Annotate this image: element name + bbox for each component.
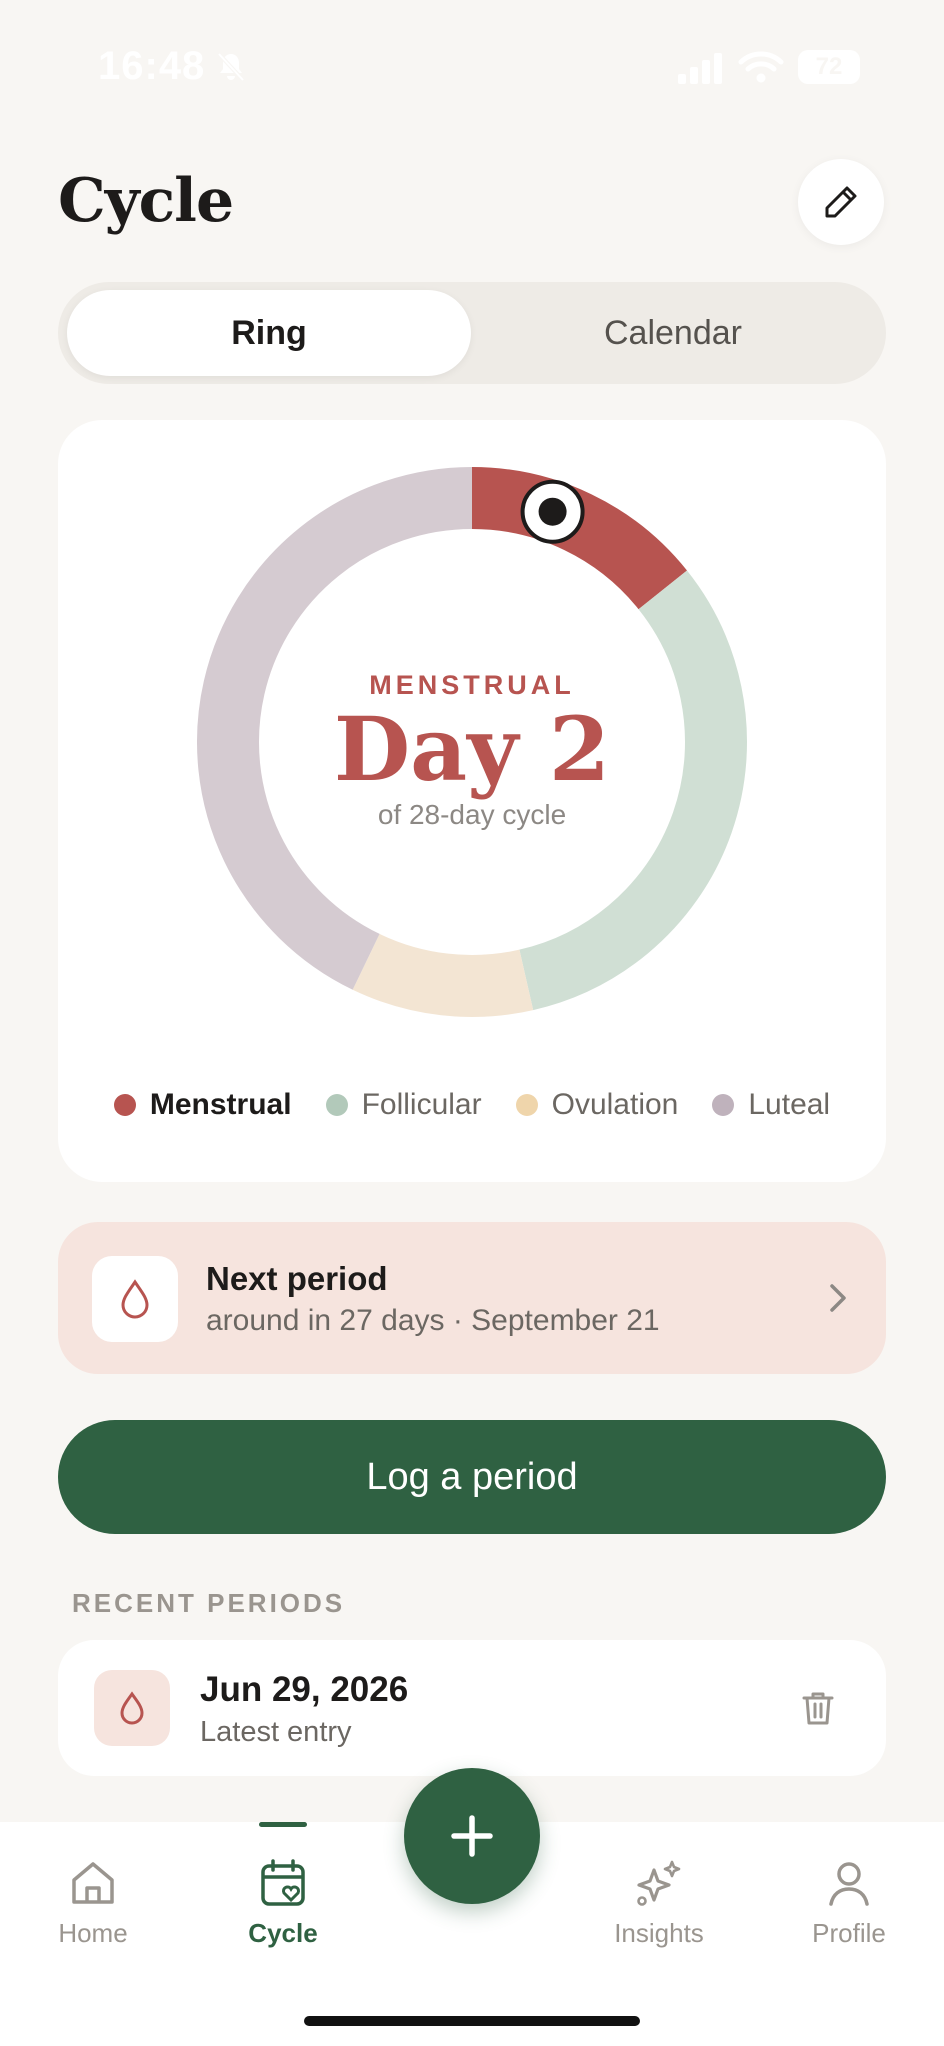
- legend-dot-ovulation: [515, 1094, 538, 1116]
- tab-home[interactable]: Home: [18, 1856, 168, 1949]
- battery-indicator: 72: [798, 50, 860, 84]
- legend-dot-luteal: [712, 1094, 735, 1116]
- legend-item-follicular: Follicular: [325, 1088, 482, 1122]
- legend-label: Follicular: [361, 1088, 482, 1121]
- status-time: 16:48: [98, 44, 206, 88]
- tab-label: Insights: [614, 1918, 704, 1948]
- home-icon: [72, 1862, 114, 1904]
- tab-cycle[interactable]: Cycle: [208, 1856, 358, 1949]
- calendar-heart-icon: [261, 1859, 305, 1906]
- add-entry-button[interactable]: [404, 1768, 540, 1904]
- next-period-subtitle: around in 27 days · September 21: [206, 1304, 660, 1337]
- drop-icon: [120, 1691, 144, 1725]
- legend-label: Ovulation: [551, 1088, 679, 1121]
- tab-label: Home: [58, 1918, 128, 1948]
- active-tab-indicator: [259, 1822, 307, 1827]
- recent-period-date: Jun 29, 2026: [200, 1670, 409, 1709]
- page-title: Cycle: [58, 166, 234, 236]
- legend-dot-follicular: [325, 1094, 348, 1116]
- recent-periods-heading: RECENT PERIODS: [72, 1588, 346, 1618]
- tab-calendar[interactable]: Calendar: [471, 290, 875, 376]
- ring-center: MENSTRUAL Day 2 of 28-day cycle: [218, 670, 726, 831]
- view-toggle: Ring Calendar: [58, 282, 886, 384]
- recent-period-icon-box: [94, 1670, 170, 1746]
- plus-icon: [451, 1815, 493, 1857]
- signal-icon: [678, 53, 722, 84]
- next-period-title: Next period: [206, 1260, 388, 1297]
- trash-icon[interactable]: [798, 1688, 838, 1728]
- current-day-marker: [520, 479, 585, 544]
- phase-legend: Menstrual Follicular Ovulation Luteal: [58, 1088, 886, 1122]
- cycle-ring-card: MENSTRUAL Day 2 of 28-day cycle Menstrua…: [58, 420, 886, 1182]
- drop-icon: [121, 1279, 149, 1319]
- recent-period-label: Latest entry: [200, 1716, 352, 1748]
- home-indicator: [304, 2016, 640, 2026]
- tab-profile[interactable]: Profile: [774, 1856, 924, 1949]
- status-bar: 16:48 72: [0, 44, 944, 94]
- ring-segment-ovulation: [352, 933, 534, 1017]
- log-period-button[interactable]: Log a period: [58, 1420, 886, 1534]
- legend-item-ovulation: Ovulation: [515, 1088, 679, 1122]
- next-period-card[interactable]: Next period around in 27 days · Septembe…: [58, 1222, 886, 1374]
- tab-ring[interactable]: Ring: [67, 290, 471, 376]
- bell-slash-icon: [217, 52, 245, 82]
- cycle-length-label: of 28-day cycle: [377, 799, 567, 831]
- screen: 16:48 72 Cycle Ring Calendar MENSTRUAL D…: [0, 0, 944, 2046]
- wifi-icon: [738, 51, 784, 83]
- legend-dot-menstrual: [113, 1094, 136, 1116]
- legend-item-menstrual: Menstrual: [113, 1088, 292, 1122]
- chevron-right-icon: [830, 1284, 846, 1312]
- pencil-icon: [825, 186, 857, 218]
- legend-label: Menstrual: [149, 1088, 292, 1121]
- tab-insights[interactable]: Insights: [584, 1856, 734, 1949]
- sparkles-icon: [637, 1860, 681, 1906]
- day-label: Day 2: [333, 697, 611, 801]
- recent-period-item[interactable]: Jun 29, 2026 Latest entry: [58, 1640, 886, 1776]
- person-icon: [829, 1862, 869, 1906]
- tab-label: Cycle: [248, 1918, 318, 1948]
- next-period-icon-box: [92, 1256, 178, 1342]
- edit-button[interactable]: [798, 159, 884, 245]
- legend-label: Luteal: [748, 1088, 831, 1121]
- legend-item-luteal: Luteal: [712, 1088, 830, 1122]
- tab-label: Profile: [812, 1918, 886, 1948]
